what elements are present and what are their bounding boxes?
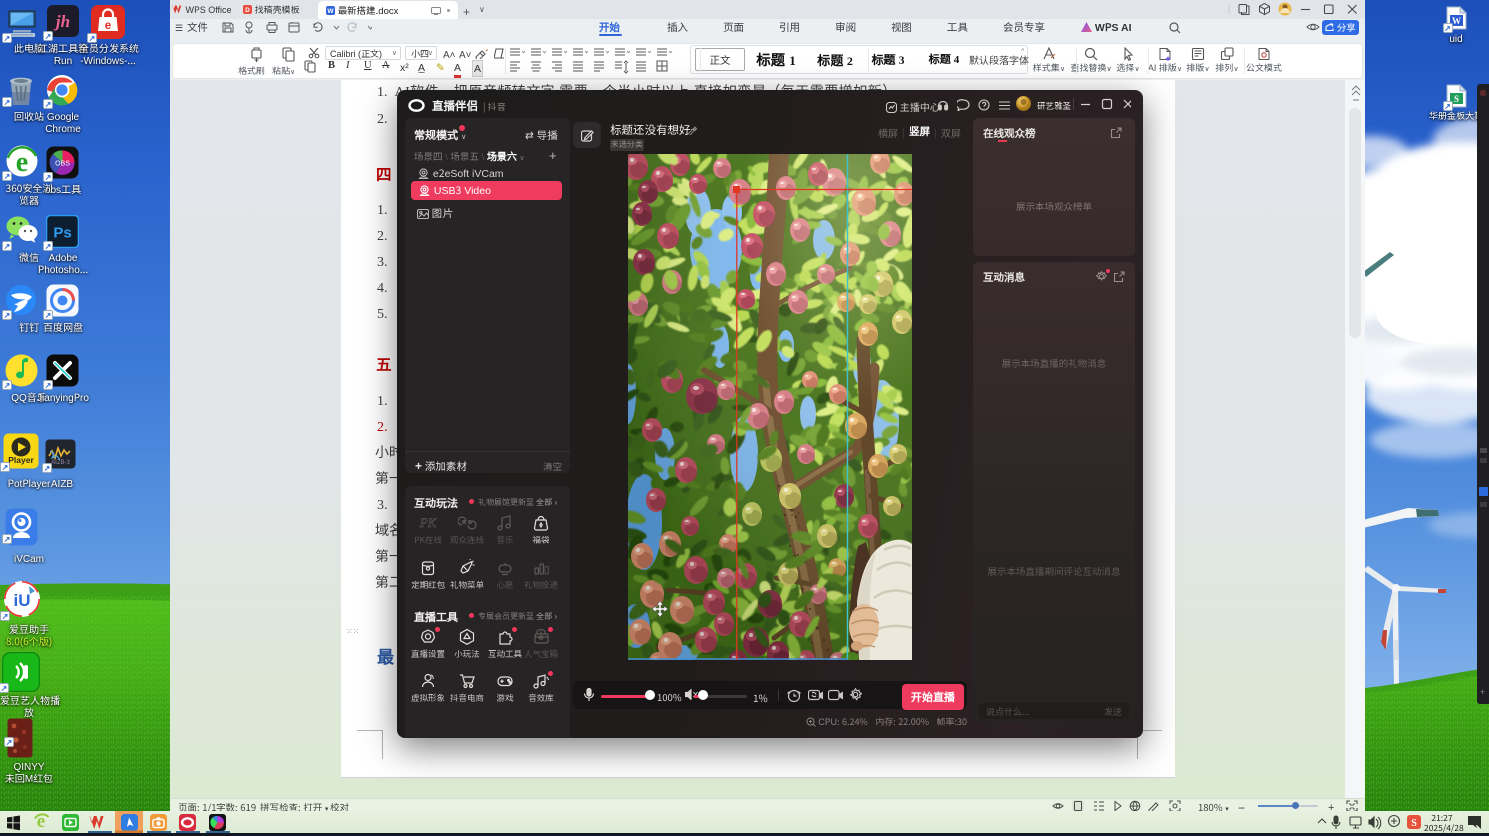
svg-text:S: S <box>1453 94 1458 104</box>
svg-text:PK: PK <box>419 515 438 530</box>
svg-text:Ps: Ps <box>53 225 71 242</box>
svg-text:W: W <box>1452 16 1461 26</box>
svg-text:S: S <box>1411 818 1417 829</box>
svg-text:iU: iU <box>14 591 31 610</box>
svg-text:Player: Player <box>8 455 34 465</box>
svg-text:OBS: OBS <box>55 161 70 168</box>
svg-text:W: W <box>327 6 334 15</box>
svg-text:e: e <box>105 20 111 32</box>
svg-text:AIZB-3: AIZB-3 <box>51 457 70 466</box>
svg-text:e: e <box>16 147 28 178</box>
svg-text:D: D <box>245 5 250 14</box>
svg-text:jh: jh <box>53 12 70 31</box>
